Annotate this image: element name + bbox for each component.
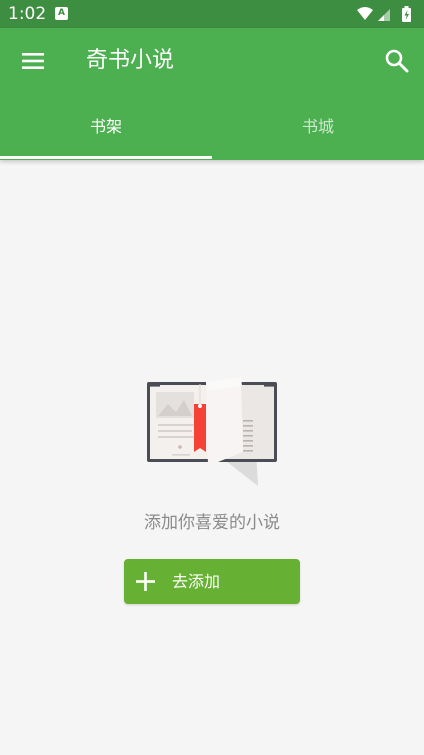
open-book-icon [147, 377, 277, 486]
tab-bookshelf[interactable]: 书架 [0, 98, 212, 160]
app-bar: 奇书小说 书架 书城 [0, 28, 424, 160]
status-time: 1:02 [8, 4, 47, 24]
tab-indicator [0, 156, 212, 159]
battery-icon [402, 6, 411, 22]
add-button-label: 去添加 [172, 572, 221, 591]
tab-bookstore-label: 书城 [301, 117, 334, 136]
app-title: 奇书小说 [86, 48, 175, 73]
status-bar: 1:02 A [0, 0, 424, 28]
tab-bookstore[interactable]: 书城 [212, 98, 424, 160]
signal-icon [378, 9, 390, 21]
notification-icon: A [55, 7, 68, 20]
status-icons [357, 6, 411, 22]
wifi-icon [357, 7, 373, 20]
empty-state-message: 添加你喜爱的小说 [144, 513, 280, 533]
menu-icon[interactable] [20, 48, 46, 74]
search-icon[interactable] [384, 48, 410, 74]
tab-bookshelf-label: 书架 [89, 117, 122, 136]
add-novel-button[interactable]: 去添加 [124, 559, 300, 604]
plus-icon [136, 572, 155, 591]
